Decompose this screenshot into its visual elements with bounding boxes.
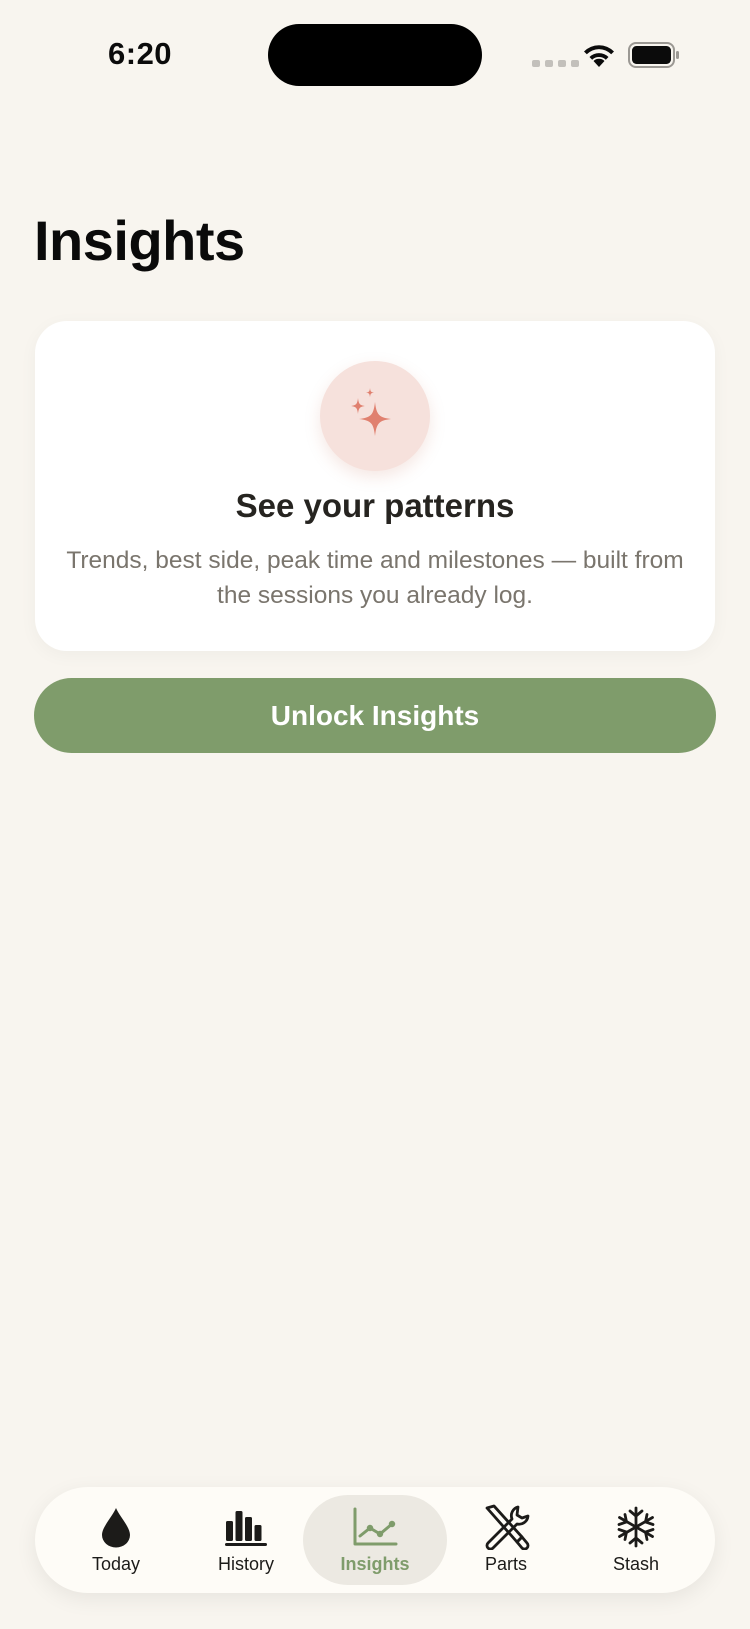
- tools-icon: [485, 1504, 530, 1550]
- line-chart-icon: [353, 1507, 398, 1546]
- insights-promo-card: See your patterns Trends, best side, pea…: [35, 321, 715, 651]
- unlock-insights-button[interactable]: Unlock Insights: [34, 678, 716, 753]
- tab-bar: Today History Insights Parts Stash: [35, 1487, 715, 1593]
- tab-label: Stash: [612, 1554, 660, 1574]
- insights-screen: 6:20 Insights See your patterns Trends, …: [0, 0, 750, 1629]
- cellular-signal-icon: [532, 60, 579, 67]
- sparkle-badge: [320, 361, 430, 471]
- card-title: See your patterns: [235, 487, 515, 524]
- tab-parts[interactable]: Parts: [441, 1495, 571, 1585]
- wifi-icon: [584, 45, 614, 67]
- page-title: Insights: [34, 209, 245, 272]
- bar-chart-icon: [225, 1511, 267, 1546]
- tab-label: Today: [91, 1554, 141, 1574]
- drop-icon: [102, 1508, 130, 1548]
- tab-today[interactable]: Today: [51, 1495, 181, 1585]
- tab-label: Insights: [340, 1554, 410, 1574]
- tab-stash[interactable]: Stash: [571, 1495, 701, 1585]
- tab-history[interactable]: History: [181, 1495, 311, 1585]
- battery-icon: [628, 42, 679, 68]
- card-description: Trends, best side, peak time and milesto…: [66, 547, 684, 609]
- tab-label: History: [217, 1554, 274, 1574]
- tab-insights[interactable]: Insights: [303, 1495, 447, 1585]
- snowflake-icon: [617, 1506, 655, 1548]
- status-time: 6:20: [108, 36, 173, 71]
- tab-label: Parts: [484, 1554, 527, 1574]
- sparkles-icon: [351, 388, 391, 436]
- dynamic-island: [268, 24, 482, 86]
